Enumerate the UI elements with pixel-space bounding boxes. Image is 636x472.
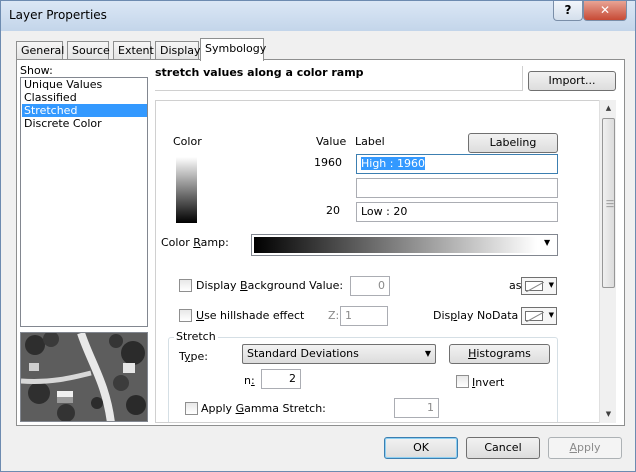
apply-button[interactable]: Apply [548,437,622,459]
scrollbar-thumb[interactable]: — — — [602,118,615,288]
chevron-down-icon: ▼ [544,238,551,247]
nodata-label: Display NoData as [433,309,535,322]
labeling-button-label: Labeling [489,136,537,149]
label-header: Label [355,135,385,148]
show-item-unique-values[interactable]: Unique Values [22,78,147,91]
z-factor-text: 1 [345,309,352,322]
ok-button[interactable]: OK [384,437,458,459]
window-title: Layer Properties [9,8,107,22]
n-input[interactable]: 2 [261,369,301,389]
gamma-value: 1 [427,401,434,414]
nodata-symbol-combo[interactable]: ▼ [521,307,557,325]
tab-symbology[interactable]: Symbology [200,38,266,61]
value-header: Value [316,135,347,148]
chevron-down-icon: ▼ [548,281,554,289]
show-list[interactable]: Unique Values Classified Stretched Discr… [20,77,148,327]
background-value-text: 0 [378,279,385,292]
grip-icon: — — — [606,196,614,211]
cancel-button[interactable]: Cancel [466,437,540,459]
renderer-description: stretch values along a color ramp [155,66,523,91]
symbology-panel: Show: Unique Values Classified Stretched… [16,59,625,426]
histograms-button-label: Histograms [468,347,531,360]
color-ramp-combo[interactable]: ▼ [251,234,558,256]
help-button[interactable]: ? [553,1,583,21]
aerial-image-icon [21,333,147,421]
tab-extent[interactable]: Extent [113,41,154,60]
title-bar[interactable]: Layer Properties ? ✕ [1,1,635,31]
n-value: 2 [289,372,296,385]
hillshade-label: Use hillshade effect [196,309,305,322]
help-icon: ? [564,3,572,17]
n-label: n: [244,374,255,387]
low-value: 20 [326,204,340,217]
show-label: Show: [20,64,53,77]
tab-source[interactable]: Source [67,41,110,60]
high-value: 1960 [314,156,342,169]
preview-thumbnail [20,332,148,422]
low-label-input[interactable]: Low : 20 [356,202,558,222]
stretch-type-select[interactable]: Standard Deviations ▼ [242,344,436,364]
show-item-discrete-color[interactable]: Discrete Color [22,117,147,130]
background-as-label: as [509,279,522,292]
chevron-down-icon: ▼ [424,349,431,358]
ok-button-label: OK [413,441,429,454]
background-value-checkbox[interactable] [179,279,192,292]
background-value-label: Display Background Value: [196,279,344,292]
show-item-stretched[interactable]: Stretched [22,104,147,117]
close-button[interactable]: ✕ [583,1,627,21]
middle-label-input[interactable] [356,178,558,198]
import-button-label: Import... [548,74,596,87]
tab-display[interactable]: Display [155,41,201,60]
stretch-type-value: Standard Deviations [247,347,359,360]
scroll-down-icon[interactable]: ▼ [600,406,617,423]
color-ramp-label: Color Ramp: [161,236,229,249]
chevron-down-icon: ▼ [548,311,554,319]
gamma-stretch-checkbox[interactable] [185,402,198,415]
invert-label: Invert [472,376,505,389]
z-factor-input[interactable]: 1 [340,306,388,326]
stretch-settings-area: Color Value Label Labeling 1960 High : 1… [155,100,611,423]
layer-properties-dialog: Layer Properties ? ✕ General Source Exte… [0,0,636,472]
background-symbol-swatch [525,281,544,292]
labeling-button[interactable]: Labeling [468,133,558,153]
color-ramp-swatch [254,237,537,253]
high-label-input[interactable]: High : 1960 [356,154,558,174]
histograms-button[interactable]: Histograms [449,344,550,364]
settings-scrollbar[interactable]: ▲ — — — ▼ [599,100,616,423]
background-value-input[interactable]: 0 [350,276,390,296]
close-icon: ✕ [599,3,611,17]
z-factor-label: Z: [328,309,340,322]
show-item-classified[interactable]: Classified [22,91,147,104]
invert-checkbox[interactable] [456,375,469,388]
high-label-text: High : 1960 [361,157,425,170]
tab-general[interactable]: General [16,41,64,60]
gamma-input[interactable]: 1 [394,398,439,418]
nodata-symbol-swatch [525,311,544,322]
apply-button-label: Apply [569,441,601,454]
low-label-text: Low : 20 [361,205,408,218]
stretch-group-label: Stretch [174,330,218,343]
import-button[interactable]: Import... [528,71,616,91]
stretch-type-label: Type: [179,350,208,363]
cancel-button-label: Cancel [484,441,522,454]
background-symbol-combo[interactable]: ▼ [521,277,557,295]
gamma-stretch-label: Apply Gamma Stretch: [201,402,326,415]
scroll-up-icon[interactable]: ▲ [600,100,617,117]
color-header: Color [173,135,202,148]
hillshade-checkbox[interactable] [179,309,192,322]
color-gradient-preview [176,157,197,223]
